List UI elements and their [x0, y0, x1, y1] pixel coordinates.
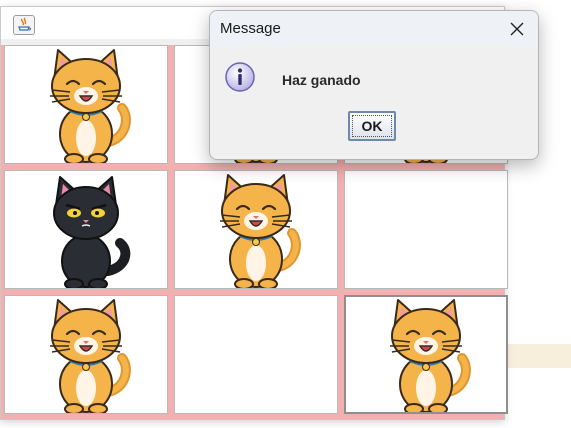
- dialog-title: Message: [220, 20, 281, 37]
- orange-cat-icon: [220, 173, 301, 288]
- black-cat-icon: [53, 175, 131, 288]
- board-cell-5[interactable]: [174, 170, 338, 289]
- board-cell-4[interactable]: [4, 170, 168, 289]
- info-icon: [224, 61, 256, 93]
- close-icon[interactable]: [502, 15, 532, 43]
- orange-cat-icon: [50, 298, 131, 413]
- java-app-icon[interactable]: [13, 15, 35, 35]
- board-cell-8[interactable]: [174, 295, 338, 414]
- board-cell-7[interactable]: [4, 295, 168, 414]
- board-cell-9[interactable]: [344, 295, 508, 414]
- dialog-titlebar: Message: [210, 11, 538, 47]
- orange-cat-icon: [390, 298, 471, 412]
- board-cell-1[interactable]: [4, 45, 168, 164]
- orange-cat-icon: [50, 48, 131, 163]
- board-cell-6[interactable]: [344, 170, 508, 289]
- message-dialog: Message Haz ganado OK: [209, 10, 539, 160]
- ok-button[interactable]: OK: [348, 111, 396, 141]
- dialog-message: Haz ganado: [282, 72, 361, 88]
- desktop: Message Haz ganado OK: [0, 0, 571, 428]
